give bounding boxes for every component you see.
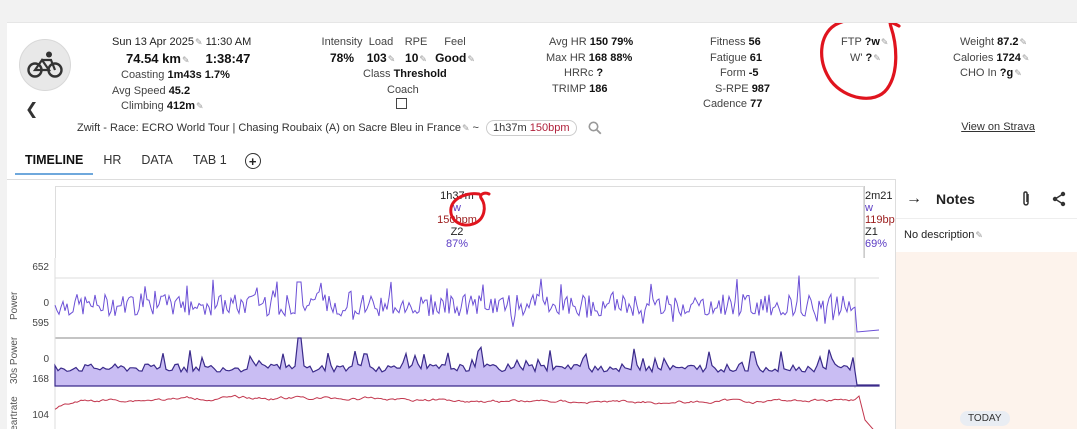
view-on-strava-link[interactable]: View on Strava: [961, 121, 1035, 133]
weight-label: Weight: [960, 36, 995, 48]
intensity-value: 78%: [329, 50, 355, 65]
back-chevron-icon[interactable]: ❮: [25, 99, 38, 119]
edit-description-icon[interactable]: ✎: [975, 230, 983, 240]
add-tab-icon[interactable]: +: [244, 153, 261, 169]
annotation-circle-ftp: [820, 23, 901, 100]
notes-description[interactable]: No description✎: [896, 219, 1077, 252]
max-hr-value: 168 88%: [588, 51, 633, 64]
edit-load-icon[interactable]: ✎: [388, 54, 396, 64]
hrrc-value: ?: [596, 67, 604, 79]
bicycle-icon: [27, 51, 63, 78]
intensity-label: Intensity: [321, 36, 363, 48]
tab-hr[interactable]: HR: [93, 149, 131, 175]
hr-stats-column: Avg HR 150 79% Max HR 168 88% HRRc ? TRI…: [527, 35, 677, 97]
duration-value: 1:38:47: [205, 50, 251, 66]
fitness-label: Fitness: [710, 36, 746, 48]
search-icon[interactable]: [588, 121, 602, 135]
distance-value: 74.54 km: [126, 50, 181, 66]
fatigue-value: 61: [749, 51, 763, 64]
notes-title: Notes: [936, 190, 975, 207]
tab-data[interactable]: DATA: [131, 149, 182, 175]
pill-time: 1h37m: [493, 122, 527, 134]
share-icon[interactable]: [1051, 191, 1067, 207]
climbing-label: Climbing: [121, 100, 164, 112]
edit-climbing-icon[interactable]: ✎: [196, 101, 204, 111]
cadence-label: Cadence: [703, 98, 748, 110]
edit-cho-icon[interactable]: ✎: [1014, 68, 1022, 78]
activity-date: Sun 13 Apr 2025: [112, 36, 194, 48]
edit-calories-icon[interactable]: ✎: [1022, 53, 1030, 63]
calories-label: Calories: [953, 51, 994, 64]
coasting-value: 1m43s 1.7%: [167, 69, 230, 81]
power30-area: [54, 337, 880, 387]
load-label: Load: [368, 36, 394, 48]
activity-title-row: Zwift - Race: ECRO World Tour | Chasing …: [77, 120, 602, 136]
edit-date-icon[interactable]: ✎: [195, 37, 203, 47]
avg-hr-label: Avg HR: [549, 36, 587, 48]
form-label: Form: [720, 67, 746, 79]
srpe-label: S-RPE: [715, 82, 749, 95]
class-value: Threshold: [393, 68, 447, 80]
climbing-value: 412m: [166, 100, 195, 112]
power-trace: [54, 275, 880, 333]
feel-value[interactable]: Good: [435, 51, 466, 65]
class-label: Class: [363, 68, 391, 80]
edit-distance-icon[interactable]: ✎: [182, 55, 190, 65]
form-value: -5: [748, 67, 759, 79]
srpe-value: 987: [751, 82, 771, 95]
trimp-label: TRIMP: [552, 82, 587, 95]
notes-header: → Notes: [896, 179, 1077, 219]
title-tilde: ~: [472, 122, 479, 134]
edit-name-icon[interactable]: ✎: [462, 123, 470, 133]
fatigue-label: Fatigue: [710, 51, 747, 64]
trimp-value: 186: [589, 82, 608, 95]
timeline-plots[interactable]: [7, 180, 895, 429]
duration-hr-pill: 1h37m 150bpm: [486, 120, 577, 136]
fitness-column: Fitness 56 Fatigue 61 Form -5 S-RPE 987 …: [687, 35, 797, 113]
activity-time: 11:30 AM: [205, 36, 252, 48]
edit-rpe-icon[interactable]: ✎: [419, 54, 427, 64]
body-column: Weight 87.2✎ Calories 1724✎ CHO In ?g✎: [953, 35, 1063, 82]
paperclip-icon[interactable]: [1019, 190, 1033, 208]
rpe-value[interactable]: 10: [405, 51, 418, 65]
timeline-chart-area[interactable]: 1h37m w 150bpm Z2 87% 2m21 w 119bpm Z1 6…: [7, 179, 904, 429]
hrrc-label: HRRc: [564, 67, 594, 79]
notes-panel: → Notes No description✎ TODAY: [895, 179, 1077, 429]
load-value: 103: [366, 50, 387, 65]
coach-checkbox[interactable]: [396, 98, 407, 109]
activity-type-avatar: [19, 39, 71, 91]
fitness-value: 56: [748, 36, 761, 48]
avg-speed-value: 45.2: [168, 84, 191, 97]
effort-column: Intensity 78% Load 103✎ RPE 10✎ Feel Good✎ C…: [321, 35, 491, 109]
edit-weight-icon[interactable]: ✎: [1020, 37, 1028, 47]
coasting-label: Coasting: [121, 69, 165, 81]
tab-timeline[interactable]: TIMELINE: [15, 149, 94, 175]
cho-value[interactable]: ?g: [1000, 67, 1013, 79]
tab-bar: TIMELINE HR DATA TAB 1 +: [15, 149, 269, 175]
cadence-value: 77: [750, 98, 763, 110]
feel-label: Feel: [444, 36, 466, 48]
arrow-right-icon[interactable]: →: [906, 190, 922, 208]
pill-hr: 150bpm: [529, 122, 570, 134]
avg-speed-label: Avg Speed: [112, 84, 166, 97]
avg-hr-value: 150 79%: [589, 36, 634, 48]
summary-column: Sun 13 Apr 2025✎ 11:30 AM 74.54 km✎ 1:38:…: [112, 35, 272, 115]
tab-tab1[interactable]: TAB 1: [183, 149, 237, 175]
weight-value[interactable]: 87.2: [997, 36, 1018, 48]
today-badge: TODAY: [960, 411, 1010, 426]
calories-value[interactable]: 1724: [996, 52, 1020, 64]
rpe-label: RPE: [404, 36, 428, 48]
activity-page: ❮ Sun 13 Apr 2025✎ 11:30 AM 74.54 km✎ 1:3…: [7, 22, 1077, 429]
coach-label: Coach: [387, 83, 419, 96]
cho-label: CHO In: [960, 67, 997, 79]
description-text: No description: [904, 229, 975, 241]
activity-name[interactable]: Zwift - Race: ECRO World Tour | Chasing …: [77, 122, 461, 134]
max-hr-label: Max HR: [546, 51, 586, 64]
edit-feel-icon[interactable]: ✎: [467, 54, 475, 64]
hr-trace: [54, 394, 874, 429]
